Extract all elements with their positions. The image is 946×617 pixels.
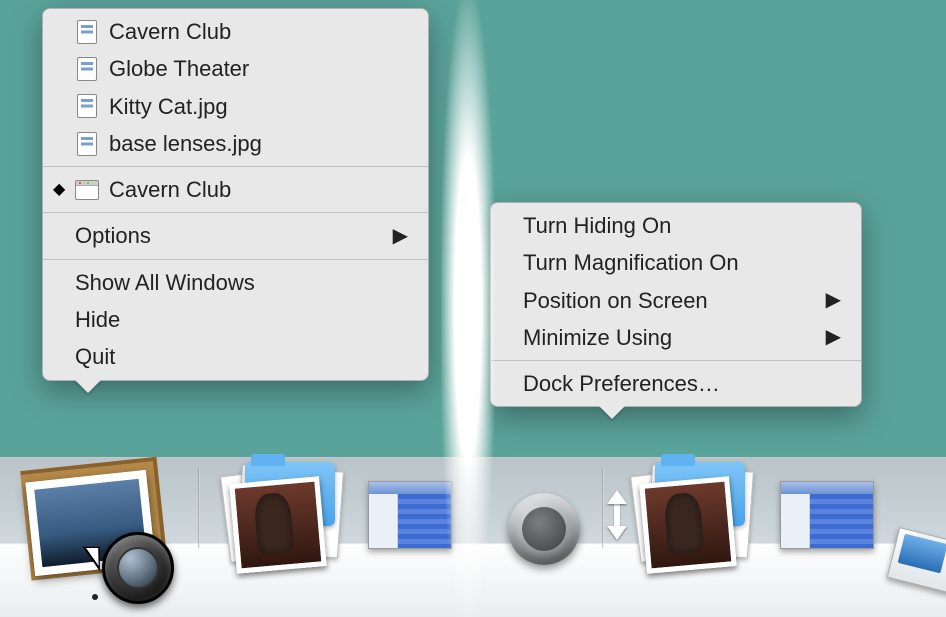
dock-divider[interactable]: [602, 468, 604, 548]
menu-separator: [491, 360, 861, 361]
recent-item-globe-theater[interactable]: Globe Theater: [43, 50, 428, 87]
recent-item-kitty-cat[interactable]: Kitty Cat.jpg: [43, 88, 428, 125]
dock-app-context-menu: Cavern Club Globe Theater Kitty Cat.jpg …: [42, 8, 429, 381]
window-content: [810, 494, 873, 548]
dock-app-preview[interactable]: [20, 464, 180, 594]
menu-item-label: Options: [75, 223, 385, 248]
dock-minimized-window[interactable]: [368, 481, 452, 549]
menu-separator: [43, 259, 428, 260]
document-icon: [75, 57, 99, 81]
menu-item-label: Globe Theater: [109, 56, 408, 81]
photo-icon: [229, 476, 327, 574]
menu-item-show-all-windows[interactable]: Show All Windows: [43, 264, 428, 301]
menu-item-label: Hide: [75, 307, 408, 332]
recent-item-base-lenses[interactable]: base lenses.jpg: [43, 125, 428, 162]
menu-separator: [43, 212, 428, 213]
photo-icon: [639, 476, 737, 574]
dock-stack-folder[interactable]: [635, 468, 765, 568]
dock-app-generic[interactable]: [508, 493, 580, 565]
menu-item-dock-preferences[interactable]: Dock Preferences…: [491, 365, 861, 402]
submenu-chevron-icon: ▶: [826, 289, 841, 312]
dock-minimized-window[interactable]: [780, 481, 874, 549]
menu-item-label: Dock Preferences…: [523, 371, 841, 396]
menu-item-label: base lenses.jpg: [109, 131, 408, 156]
dock-divider[interactable]: [198, 468, 200, 548]
window-icon: [75, 180, 99, 200]
menu-item-label: Show All Windows: [75, 270, 408, 295]
menu-item-minimize-using[interactable]: Minimize Using ▶: [491, 319, 861, 356]
menu-item-position-on-screen[interactable]: Position on Screen ▶: [491, 282, 861, 319]
app-running-indicator-icon: [92, 594, 98, 600]
document-icon: [75, 20, 99, 44]
menu-item-label: Turn Hiding On: [523, 213, 841, 238]
window-sidebar: [781, 494, 810, 548]
window-item-cavern-club[interactable]: ◆ Cavern Club: [43, 171, 428, 208]
dock-resize-cursor-icon: [605, 490, 629, 540]
menu-item-label: Quit: [75, 344, 408, 369]
menu-item-quit[interactable]: Quit: [43, 338, 428, 375]
menu-item-label: Turn Magnification On: [523, 250, 841, 275]
menu-item-label: Kitty Cat.jpg: [109, 94, 408, 119]
document-icon: [75, 94, 99, 118]
menu-item-label: Cavern Club: [109, 19, 408, 44]
window-body: [781, 494, 873, 548]
window-sidebar: [369, 494, 398, 548]
dock-settings-context-menu: Turn Hiding On Turn Magnification On Pos…: [490, 202, 862, 407]
submenu-chevron-icon: ▶: [393, 225, 408, 248]
document-icon: [75, 132, 99, 156]
dock-stack-folder[interactable]: [225, 468, 355, 568]
menu-item-hide[interactable]: Hide: [43, 301, 428, 338]
menu-separator: [43, 166, 428, 167]
menu-item-label: Minimize Using: [523, 325, 818, 350]
active-window-indicator-icon: ◆: [53, 181, 65, 199]
submenu-chevron-icon: ▶: [826, 326, 841, 349]
window-body: [369, 494, 451, 548]
menu-item-label: Cavern Club: [109, 177, 408, 202]
window-titlebar-icon: [781, 482, 873, 494]
window-titlebar-icon: [369, 482, 451, 494]
menu-item-turn-magnification-on[interactable]: Turn Magnification On: [491, 244, 861, 281]
menu-item-label: Position on Screen: [523, 288, 818, 313]
page-seam: [441, 0, 495, 617]
magnifier-loupe-icon: [102, 532, 174, 604]
macos-dock-screenshot: Cavern Club Globe Theater Kitty Cat.jpg …: [0, 0, 946, 617]
menu-item-options[interactable]: Options ▶: [43, 217, 428, 254]
menu-item-turn-hiding-on[interactable]: Turn Hiding On: [491, 207, 861, 244]
recent-item-cavern-club[interactable]: Cavern Club: [43, 13, 428, 50]
